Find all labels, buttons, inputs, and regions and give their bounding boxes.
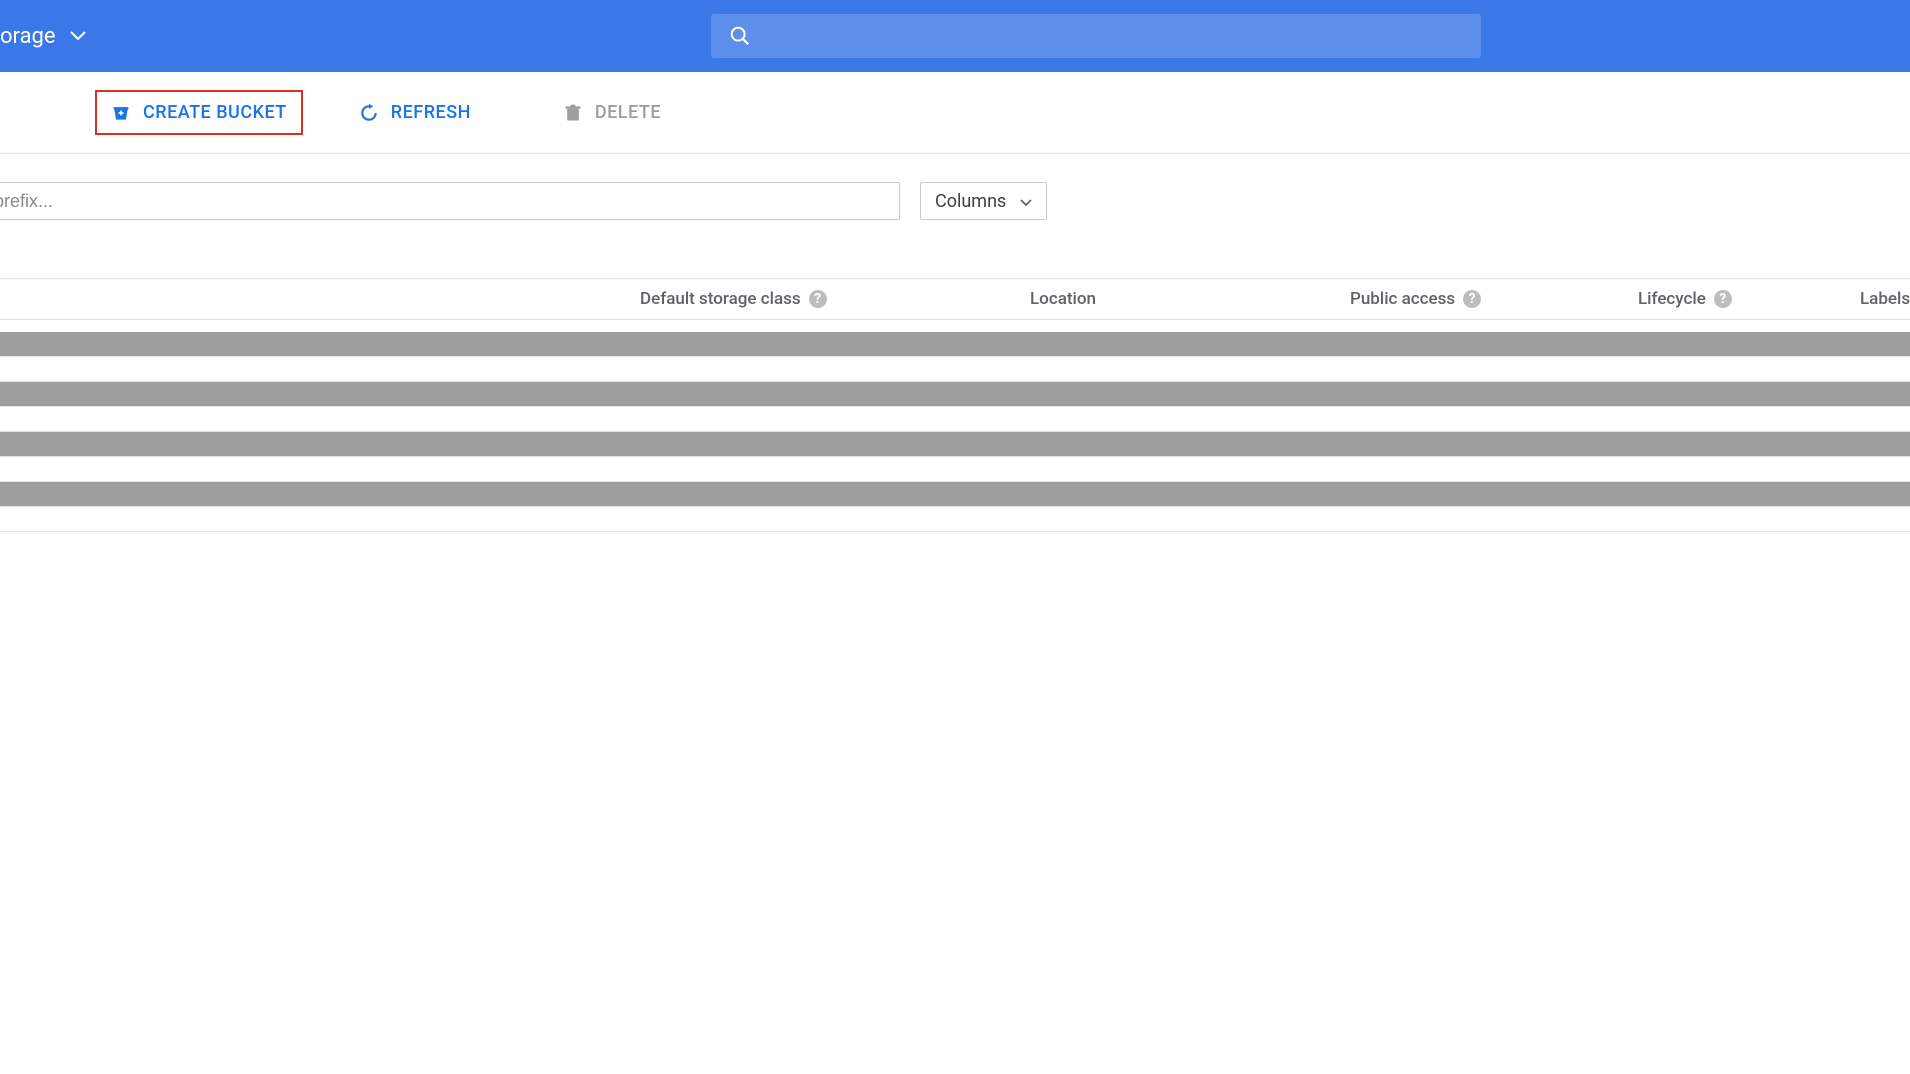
table-row[interactable] [0,382,1910,406]
search-input[interactable] [763,26,1463,47]
product-selector[interactable]: orage [0,24,86,49]
col-lifecycle[interactable]: Lifecycle ? [1638,289,1732,309]
toolbar: CREATE BUCKET REFRESH DELETE [0,72,1910,154]
delete-label: DELETE [595,102,661,123]
search-box[interactable] [711,14,1481,58]
refresh-icon [359,103,379,123]
create-bucket-label: CREATE BUCKET [143,102,287,123]
col-location[interactable]: Location [1030,289,1096,309]
trash-icon [563,103,583,123]
search-icon [729,25,751,47]
table-header: Default storage class ? Location Public … [0,278,1910,320]
help-icon[interactable]: ? [809,290,827,308]
create-bucket-button[interactable]: CREATE BUCKET [95,90,303,135]
columns-label: Columns [935,191,1006,212]
help-icon[interactable]: ? [1714,290,1732,308]
columns-dropdown[interactable]: Columns [920,182,1047,220]
top-header: orage [0,0,1910,72]
refresh-button[interactable]: REFRESH [343,90,487,135]
table-row[interactable] [0,432,1910,456]
col-labels[interactable]: Labels [1860,289,1910,309]
col-public-access[interactable]: Public access ? [1350,289,1481,309]
refresh-label: REFRESH [391,102,471,123]
col-default-storage-class[interactable]: Default storage class ? [640,289,827,309]
product-label: orage [0,24,56,49]
bucket-table: Default storage class ? Location Public … [0,278,1910,532]
table-row[interactable] [0,332,1910,356]
table-body [0,320,1910,532]
bucket-add-icon [111,103,131,123]
delete-button[interactable]: DELETE [547,90,677,135]
chevron-down-icon [1020,191,1032,212]
prefix-filter-input[interactable] [0,182,900,220]
table-row[interactable] [0,482,1910,506]
filter-row: Columns [0,154,1910,220]
chevron-down-icon [70,31,86,41]
help-icon[interactable]: ? [1463,290,1481,308]
